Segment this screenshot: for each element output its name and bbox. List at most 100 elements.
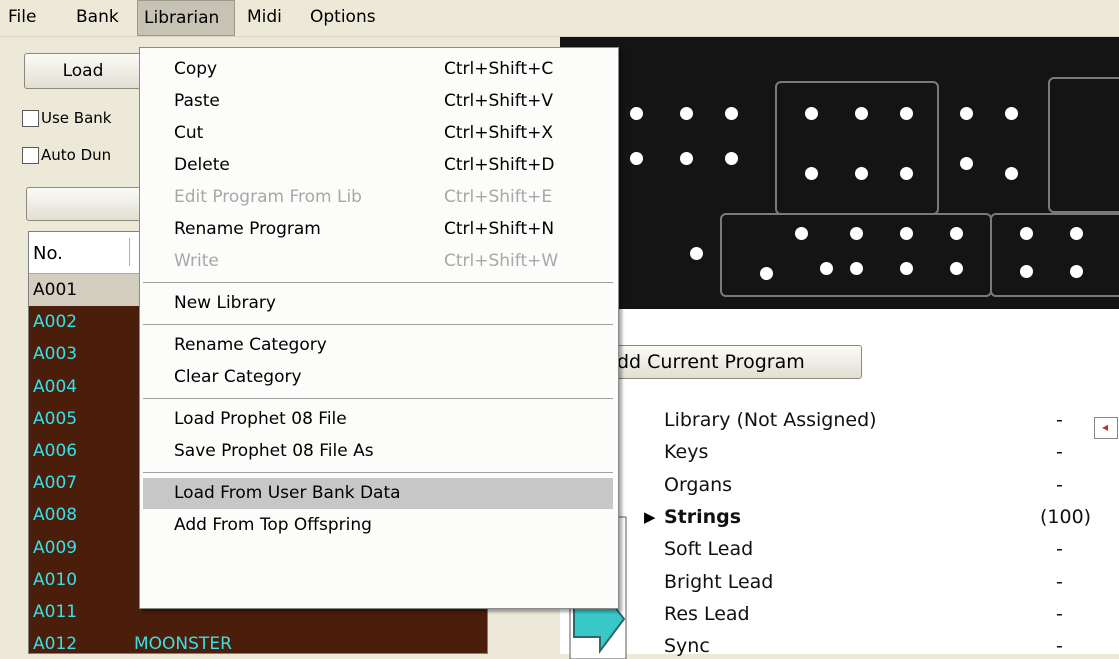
synth-knob-icon <box>630 107 643 120</box>
synth-knob-icon <box>950 262 963 275</box>
menu-item-label: Add From Top Offspring <box>174 515 372 535</box>
program-number: A007 <box>33 473 78 494</box>
program-number: A001 <box>33 280 78 300</box>
synth-panel-image <box>560 37 1119 309</box>
menu-item-shortcut: Ctrl+Shift+E <box>444 187 553 207</box>
menu-options[interactable]: Options <box>304 0 382 36</box>
menu-item-shortcut: Ctrl+Shift+N <box>444 219 555 239</box>
synth-knob-icon <box>960 107 973 120</box>
menu-item-load-from-user-bank-data[interactable]: Load From User Bank Data <box>143 478 613 509</box>
category-item[interactable]: Organs <box>664 474 732 496</box>
synth-knob-icon <box>855 167 868 180</box>
synth-knob-icon <box>680 152 693 165</box>
menu-item-copy[interactable]: Copy Ctrl+Shift+C <box>140 54 618 85</box>
menu-item-label: Delete <box>174 155 230 175</box>
category-item[interactable]: Soft Lead <box>664 538 753 560</box>
list-row[interactable]: A012 MOONSTER <box>29 628 487 654</box>
oscillators-section <box>720 213 992 297</box>
menu-item-shortcut: Ctrl+Shift+V <box>444 91 554 111</box>
synth-knob-icon <box>950 227 963 240</box>
category-item[interactable]: Library (Not Assigned) <box>664 409 877 431</box>
menu-librarian[interactable]: Librarian <box>137 0 235 36</box>
category-count: - <box>1056 570 1063 593</box>
menu-separator <box>143 398 613 399</box>
synth-knob-icon <box>1020 265 1033 278</box>
program-number: A008 <box>33 505 78 526</box>
auto-dump-label: Auto Dun <box>41 146 112 164</box>
selected-pointer-icon: ▶ <box>644 507 656 526</box>
synth-knob-icon <box>680 107 693 120</box>
menu-bank[interactable]: Bank <box>70 0 125 36</box>
synth-knob-icon <box>850 262 863 275</box>
load-button[interactable]: Load <box>24 53 142 89</box>
add-current-program-button[interactable]: dd Current Program <box>600 345 862 379</box>
filter-section <box>990 213 1119 297</box>
category-count: - <box>1056 602 1063 625</box>
synth-knob-icon <box>850 227 863 240</box>
synth-knob-icon <box>760 267 773 280</box>
menu-midi[interactable]: Midi <box>241 0 288 36</box>
menu-item-save-prophet-08-file-as[interactable]: Save Prophet 08 File As <box>140 436 618 467</box>
menu-item-rename-category[interactable]: Rename Category <box>140 330 618 361</box>
category-item[interactable]: Keys <box>664 441 708 463</box>
menu-item-load-prophet-08-file[interactable]: Load Prophet 08 File <box>140 404 618 435</box>
program-number: A012 <box>33 634 78 654</box>
synth-knob-icon <box>1070 227 1083 240</box>
menu-item-shortcut: Ctrl+Shift+C <box>444 59 554 79</box>
column-separator[interactable] <box>129 238 130 266</box>
menu-item-clear-category[interactable]: Clear Category <box>140 362 618 393</box>
menu-item-write[interactable]: Write Ctrl+Shift+W <box>140 246 618 277</box>
menu-item-add-from-top-offspring[interactable]: Add From Top Offspring <box>140 510 618 541</box>
category-count: - <box>1056 441 1063 464</box>
program-number: A003 <box>33 344 78 365</box>
synth-knob-icon <box>725 152 738 165</box>
librarian-dropdown-menu: Copy Ctrl+Shift+C Paste Ctrl+Shift+V Cut Ctrl… <box>139 47 619 609</box>
synth-knob-icon <box>1005 167 1018 180</box>
menu-item-cut[interactable]: Cut Ctrl+Shift+X <box>140 118 618 149</box>
synth-knob-icon <box>725 107 738 120</box>
menu-item-shortcut: Ctrl+Shift+D <box>444 155 555 175</box>
menu-item-label: Load Prophet 08 File <box>174 409 347 429</box>
menu-item-paste[interactable]: Paste Ctrl+Shift+V <box>140 86 618 117</box>
menu-item-delete[interactable]: Delete Ctrl+Shift+D <box>140 150 618 181</box>
category-item[interactable]: Bright Lead <box>664 571 773 593</box>
column-header-no[interactable]: No. <box>29 232 63 273</box>
auto-dump-checkbox[interactable]: Auto Dun <box>22 146 111 164</box>
program-number: A010 <box>33 569 78 590</box>
category-item[interactable]: Res Lead <box>664 603 750 625</box>
menu-item-label: Copy <box>174 59 218 79</box>
program-number: A004 <box>33 376 78 397</box>
category-count: (100) <box>1040 505 1092 528</box>
menu-item-shortcut: Ctrl+Shift+X <box>444 123 554 143</box>
use-bank-checkbox[interactable]: Use Bank <box>22 109 111 127</box>
menu-file[interactable]: File <box>2 0 42 36</box>
menu-item-label: New Library <box>174 293 276 313</box>
synth-knob-icon <box>900 107 913 120</box>
red-marker-icon: ◂ <box>1102 420 1109 434</box>
synth-knob-icon <box>1005 107 1018 120</box>
display-section <box>1048 77 1119 213</box>
menu-item-label: Paste <box>174 91 220 111</box>
menu-item-new-library[interactable]: New Library <box>140 288 618 319</box>
synth-knob-icon <box>960 157 973 170</box>
menu-item-label: Cut <box>174 123 204 143</box>
synth-knob-icon <box>900 167 913 180</box>
checkbox-box[interactable] <box>22 110 39 127</box>
checkbox-box[interactable] <box>22 147 39 164</box>
menu-item-label: Save Prophet 08 File As <box>174 441 374 461</box>
synth-knob-icon <box>1070 265 1083 278</box>
synth-knob-icon <box>690 247 703 260</box>
category-pane: dd Current Program Library (Not Assigned… <box>560 309 1119 659</box>
category-scroll-button[interactable]: ◂ <box>1094 417 1118 439</box>
category-item[interactable]: Strings <box>664 506 741 528</box>
menu-item-edit-program-from-lib[interactable]: Edit Program From Lib Ctrl+Shift+E <box>140 182 618 213</box>
synth-knob-icon <box>900 227 913 240</box>
menu-item-rename-program[interactable]: Rename Program Ctrl+Shift+N <box>140 214 618 245</box>
program-number: A006 <box>33 441 78 461</box>
menu-item-label: Write <box>174 251 219 271</box>
program-number: A009 <box>33 537 78 558</box>
use-bank-label: Use Bank <box>41 109 112 127</box>
menu-item-label: Clear Category <box>174 367 302 387</box>
category-count: - <box>1056 409 1063 431</box>
synth-knob-icon <box>630 152 643 165</box>
